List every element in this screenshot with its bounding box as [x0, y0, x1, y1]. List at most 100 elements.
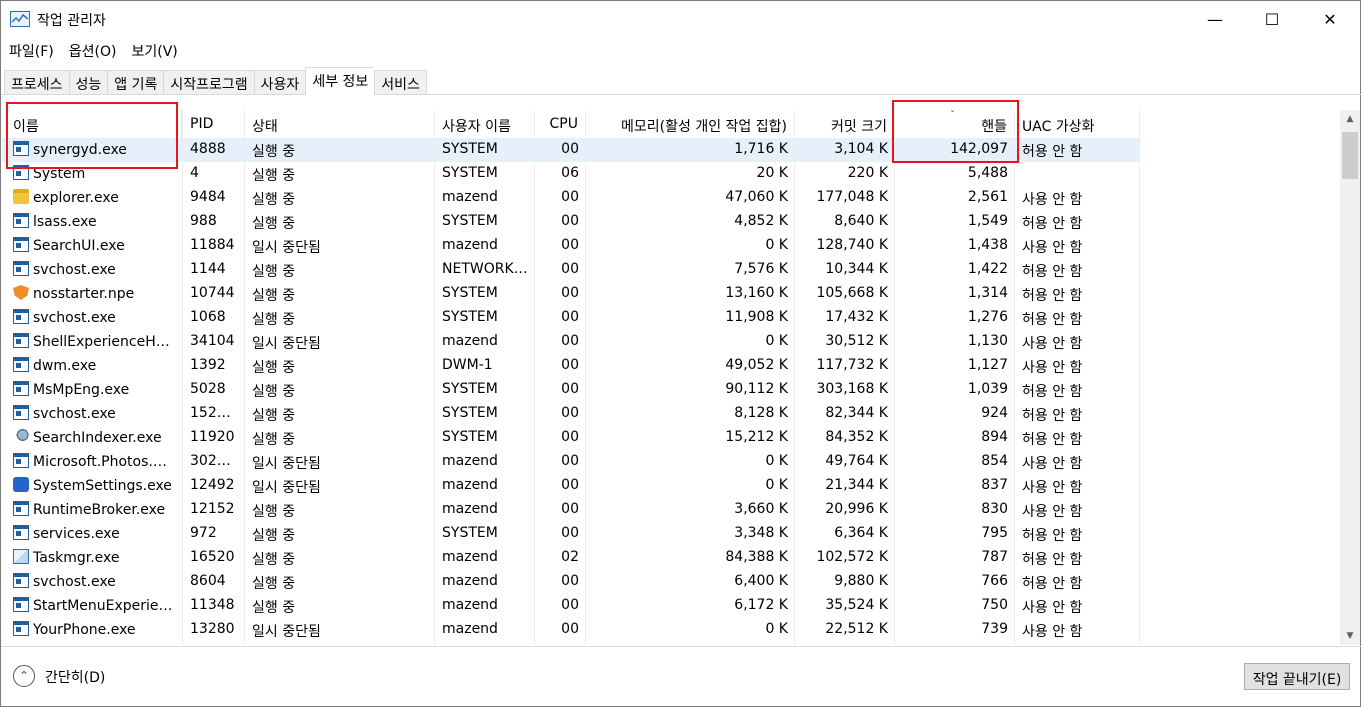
table-row[interactable]: svchost.exe 1144 실행 중 NETWORK ... 00 7,576 K 1… — [2, 258, 1140, 282]
process-memory: 0 K — [765, 621, 788, 637]
title-bar[interactable]: 작업 관리자 — ☐ ✕ — [1, 1, 1360, 37]
process-cpu: 06 — [561, 165, 579, 181]
table-row[interactable]: RuntimeBroker.exe 12152 실행 중 mazend 00 3,660 … — [2, 498, 1140, 522]
table-row[interactable]: lsass.exe 988 실행 중 SYSTEM 00 4,852 K 8,640 K 1,… — [2, 210, 1140, 234]
column-header-memory[interactable]: 메모리(활성 개인 작업 집합) — [586, 110, 795, 138]
process-username: mazend — [442, 621, 498, 637]
process-pid: 4888 — [190, 141, 226, 157]
process-uac: 허용 안 함 — [1022, 312, 1083, 328]
table-row[interactable]: SystemSettings.exe 12492 일시 중단됨 mazend 00 0 K… — [2, 474, 1140, 498]
tab-details[interactable]: 세부 정보 — [305, 67, 375, 95]
process-uac: 허용 안 함 — [1022, 384, 1083, 400]
process-uac: 허용 안 함 — [1022, 432, 1083, 448]
process-cpu: 00 — [561, 237, 579, 253]
process-commit-size: 49,764 K — [825, 453, 888, 469]
process-name: Taskmgr.exe — [6, 546, 182, 570]
vertical-scrollbar[interactable]: ▲ ▼ — [1340, 110, 1360, 645]
column-header-commit-size[interactable]: 커밋 크기 — [795, 110, 895, 138]
table-row[interactable]: explorer.exe 9484 실행 중 mazend 00 47,060 K 177,… — [2, 186, 1140, 210]
table-row[interactable]: dwm.exe 1392 실행 중 DWM-1 00 49,052 K 117,732 K 1… — [2, 354, 1140, 378]
highlight-box-name — [6, 102, 178, 169]
column-header-pid[interactable]: PID — [183, 110, 245, 138]
process-status: 실행 중 — [252, 144, 296, 160]
table-row[interactable]: StartMenuExperienc... 11348 실행 중 mazend 00 6,… — [2, 594, 1140, 618]
process-name-label: StartMenuExperienc... — [33, 598, 182, 614]
menu-options[interactable]: 옵션(O) — [61, 39, 124, 63]
process-commit-size: 20,996 K — [825, 501, 888, 517]
table-row[interactable]: Taskmgr.exe 16520 실행 중 mazend 02 84,388 K 102,… — [2, 546, 1140, 570]
process-handles: 795 — [981, 525, 1008, 541]
close-button[interactable]: ✕ — [1302, 1, 1358, 37]
generic-app-icon — [13, 261, 29, 276]
footer-divider — [1, 646, 1361, 647]
process-memory: 7,576 K — [734, 261, 788, 277]
table-row[interactable]: Microsoft.Photos.exe 302784 일시 중단됨 mazend 00… — [2, 450, 1140, 474]
table-row[interactable]: SearchUI.exe 11884 일시 중단됨 mazend 00 0 K 128,74… — [2, 234, 1140, 258]
gear-icon — [13, 477, 29, 492]
table-row[interactable]: SearchIndexer.exe 11920 실행 중 SYSTEM 00 15,212… — [2, 426, 1140, 450]
process-commit-size: 303,168 K — [816, 381, 888, 397]
process-name-label: RuntimeBroker.exe — [33, 502, 166, 518]
process-username: DWM-1 — [442, 357, 493, 373]
process-status: 실행 중 — [252, 312, 296, 328]
process-memory: 0 K — [765, 477, 788, 493]
column-header-username[interactable]: 사용자 이름 — [435, 110, 535, 138]
process-pid: 1068 — [190, 309, 226, 325]
table-row[interactable]: ShellExperienceHost.... 34104 일시 중단됨 mazend… — [2, 330, 1140, 354]
table-row[interactable]: MsMpEng.exe 5028 실행 중 SYSTEM 00 90,112 K 303,1… — [2, 378, 1140, 402]
process-memory: 90,112 K — [725, 381, 788, 397]
column-header-cpu[interactable]: CPU — [535, 110, 586, 138]
tab-users[interactable]: 사용자 — [253, 70, 306, 95]
minimize-button[interactable]: — — [1187, 1, 1243, 37]
process-username: mazend — [442, 597, 498, 613]
menu-file[interactable]: 파일(F) — [1, 39, 61, 63]
table-row[interactable]: svchost.exe 152332 실행 중 SYSTEM 00 8,128 K 82,3… — [2, 402, 1140, 426]
fewer-details-link[interactable]: 간단히(D) — [45, 667, 105, 687]
generic-app-icon — [13, 621, 29, 636]
process-uac: 허용 안 함 — [1022, 288, 1083, 304]
process-handles: 1,314 — [967, 285, 1008, 301]
generic-app-icon — [13, 597, 29, 612]
tab-app-history[interactable]: 앱 기록 — [107, 70, 164, 95]
process-memory: 6,172 K — [734, 597, 788, 613]
table-row[interactable]: svchost.exe 1068 실행 중 SYSTEM 00 11,908 K 17,43… — [2, 306, 1140, 330]
process-uac: 허용 안 함 — [1022, 144, 1083, 160]
maximize-button[interactable]: ☐ — [1244, 1, 1300, 37]
process-cpu: 00 — [561, 477, 579, 493]
tab-processes[interactable]: 프로세스 — [4, 70, 69, 95]
process-uac: 허용 안 함 — [1022, 528, 1083, 544]
process-name-label: Taskmgr.exe — [33, 550, 120, 566]
process-handles: 1,127 — [967, 357, 1008, 373]
scroll-down-arrow-icon[interactable]: ▼ — [1340, 627, 1360, 645]
menu-view[interactable]: 보기(V) — [123, 39, 184, 63]
table-row[interactable]: svchost.exe 8604 실행 중 mazend 00 6,400 K 9,880 … — [2, 570, 1140, 594]
tab-services[interactable]: 서비스 — [374, 70, 427, 95]
table-row[interactable]: YourPhone.exe 13280 일시 중단됨 mazend 00 0 K 22,51… — [2, 618, 1140, 642]
end-task-button[interactable]: 작업 끝내기(E) — [1244, 663, 1350, 690]
process-name: nosstarter.npe — [6, 282, 182, 306]
tab-performance[interactable]: 성능 — [68, 70, 108, 95]
column-header-status[interactable]: 상태 — [245, 110, 435, 138]
process-cpu: 00 — [561, 381, 579, 397]
generic-app-icon — [13, 237, 29, 252]
scroll-thumb[interactable] — [1342, 132, 1358, 179]
process-status: 일시 중단됨 — [252, 480, 321, 496]
highlight-box-handles — [892, 100, 1019, 163]
scroll-up-arrow-icon[interactable]: ▲ — [1340, 110, 1360, 128]
process-memory: 0 K — [765, 453, 788, 469]
process-name-label: svchost.exe — [33, 310, 116, 326]
process-handles: 766 — [981, 573, 1008, 589]
process-cpu: 00 — [561, 285, 579, 301]
process-cpu: 02 — [561, 549, 579, 565]
process-uac: 사용 안 함 — [1022, 240, 1083, 256]
generic-app-icon — [13, 333, 29, 348]
tab-startup[interactable]: 시작프로그램 — [163, 70, 254, 95]
column-header-uac[interactable]: UAC 가상화 — [1015, 110, 1140, 138]
process-username: mazend — [442, 477, 498, 493]
chevron-up-icon[interactable]: ⌃ — [13, 665, 35, 687]
table-row[interactable]: nosstarter.npe 10744 실행 중 SYSTEM 00 13,160 K 1… — [2, 282, 1140, 306]
process-cpu: 00 — [561, 309, 579, 325]
process-status: 실행 중 — [252, 408, 296, 424]
table-row[interactable]: services.exe 972 실행 중 SYSTEM 00 3,348 K 6,364 … — [2, 522, 1140, 546]
process-handles: 1,130 — [967, 333, 1008, 349]
